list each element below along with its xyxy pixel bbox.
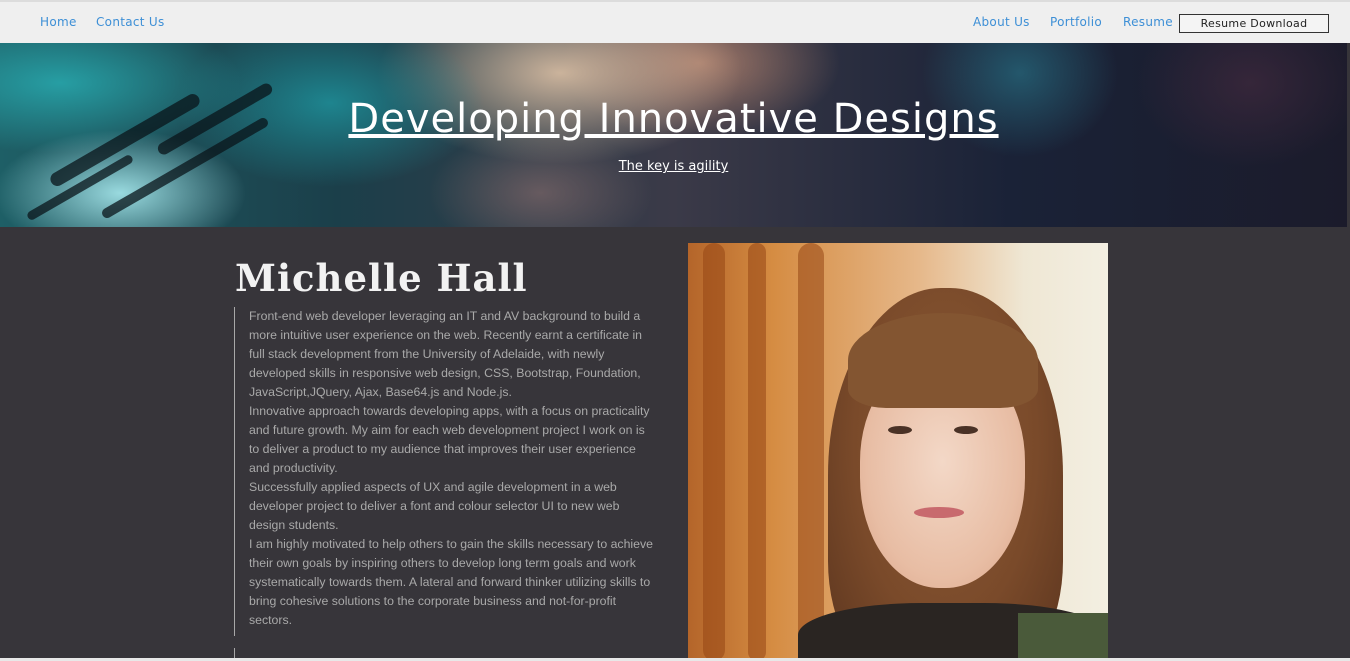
photo-curtain xyxy=(798,243,824,661)
nav-portfolio-link[interactable]: Portfolio xyxy=(1050,15,1102,29)
resume-download-button[interactable]: Resume Download xyxy=(1179,14,1329,33)
photo-curtain xyxy=(748,243,766,661)
nav-contact-link[interactable]: Contact Us xyxy=(96,15,165,29)
bio-paragraph: Successfully applied aspects of UX and a… xyxy=(249,480,620,532)
bio-paragraph: I am highly motivated to help others to … xyxy=(249,537,653,627)
navbar: Home Contact Us About Us Portfolio Resum… xyxy=(0,0,1350,43)
hero-banner: Developing Innovative Designs The key is… xyxy=(0,43,1347,227)
profile-photo xyxy=(688,243,1108,661)
photo-eye xyxy=(954,426,978,434)
photo-background-foliage xyxy=(1018,613,1108,661)
bio-paragraph: Innovative approach towards developing a… xyxy=(249,404,650,475)
photo-lips xyxy=(914,507,964,518)
photo-curtain xyxy=(703,243,725,661)
hero-subtitle[interactable]: The key is agility xyxy=(0,159,1347,174)
profile-name: Michelle Hall xyxy=(235,256,528,300)
nav-about-link[interactable]: About Us xyxy=(973,15,1030,29)
nav-home-link[interactable]: Home xyxy=(40,15,77,29)
profile-bio: Front-end web developer leveraging an IT… xyxy=(234,307,654,636)
hero-title[interactable]: Developing Innovative Designs xyxy=(0,96,1347,142)
nav-resume-link[interactable]: Resume xyxy=(1123,15,1173,29)
photo-eye xyxy=(888,426,912,434)
photo-fringe xyxy=(848,313,1038,408)
bio-paragraph: Front-end web developer leveraging an IT… xyxy=(249,309,643,399)
